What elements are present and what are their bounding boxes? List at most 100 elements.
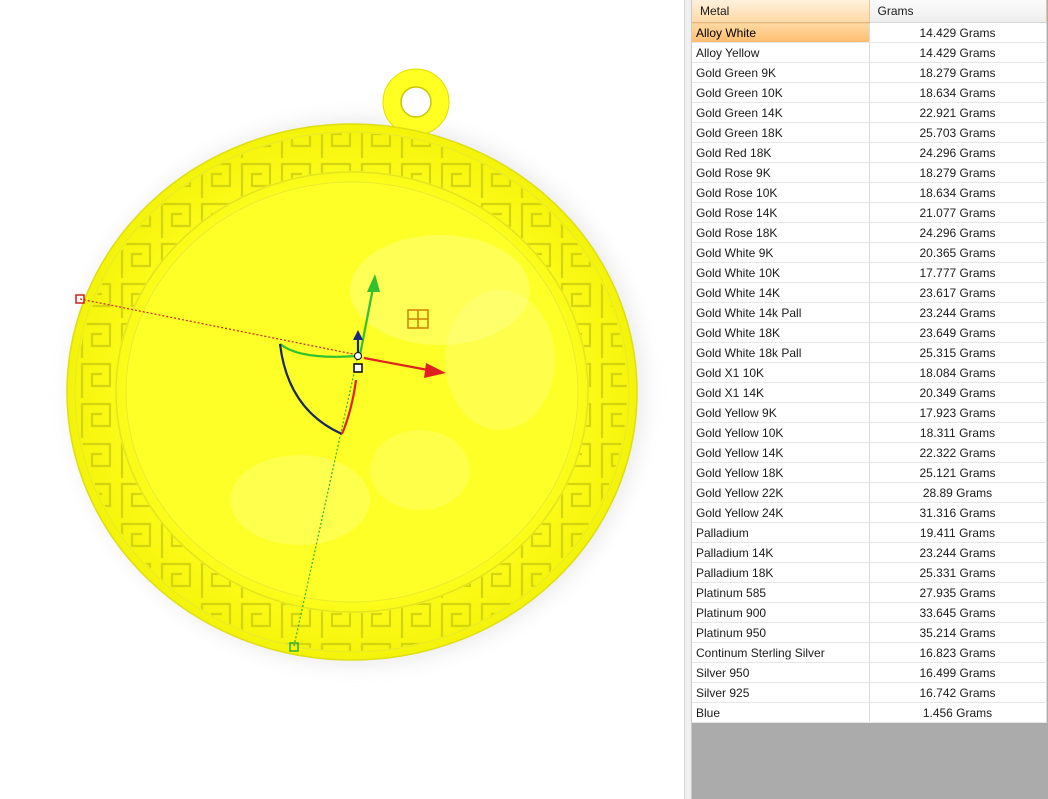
- table-row[interactable]: Gold Green 14K 22.921 Grams: [692, 102, 1047, 123]
- table-row[interactable]: Gold White 18k Pall 25.315 Grams: [692, 342, 1047, 363]
- metal-name-cell[interactable]: Gold Yellow 18K: [692, 462, 870, 483]
- table-row[interactable]: Palladium 14K 23.244 Grams: [692, 542, 1047, 563]
- table-row[interactable]: Gold Red 18K 24.296 Grams: [692, 142, 1047, 163]
- grams-value-cell[interactable]: 16.823 Grams: [869, 642, 1047, 663]
- grams-value-cell[interactable]: 16.742 Grams: [869, 682, 1047, 703]
- table-row[interactable]: Gold Yellow 24K 31.316 Grams: [692, 502, 1047, 523]
- gumball-center-icon[interactable]: [354, 352, 362, 360]
- grams-value-cell[interactable]: 18.279 Grams: [869, 62, 1047, 83]
- viewport-canvas[interactable]: [0, 0, 684, 799]
- grams-value-cell[interactable]: 17.777 Grams: [869, 262, 1047, 283]
- metal-name-cell[interactable]: Gold White 18k Pall: [692, 342, 870, 363]
- table-row[interactable]: Continum Sterling Silver 16.823 Grams: [692, 642, 1047, 663]
- metal-name-cell[interactable]: Silver 950: [692, 662, 870, 683]
- grams-value-cell[interactable]: 20.349 Grams: [869, 382, 1047, 403]
- metal-name-cell[interactable]: Silver 925: [692, 682, 870, 703]
- metal-name-cell[interactable]: Platinum 585: [692, 582, 870, 603]
- metal-name-cell[interactable]: Blue: [692, 702, 870, 723]
- metal-name-cell[interactable]: Gold White 10K: [692, 262, 870, 283]
- grams-value-cell[interactable]: 22.322 Grams: [869, 442, 1047, 463]
- metal-name-cell[interactable]: Gold Yellow 14K: [692, 442, 870, 463]
- table-row[interactable]: Gold X1 14K 20.349 Grams: [692, 382, 1047, 403]
- column-header-metal[interactable]: Metal: [692, 0, 870, 23]
- grams-value-cell[interactable]: 18.311 Grams: [869, 422, 1047, 443]
- table-row[interactable]: Gold Yellow 22K 28.89 Grams: [692, 482, 1047, 503]
- metal-name-cell[interactable]: Gold Green 18K: [692, 122, 870, 143]
- metal-name-cell[interactable]: Gold Red 18K: [692, 142, 870, 163]
- table-row[interactable]: Gold Green 18K 25.703 Grams: [692, 122, 1047, 143]
- grams-value-cell[interactable]: 25.703 Grams: [869, 122, 1047, 143]
- metal-name-cell[interactable]: Gold Yellow 10K: [692, 422, 870, 443]
- metal-name-cell[interactable]: Gold X1 14K: [692, 382, 870, 403]
- grams-value-cell[interactable]: 25.121 Grams: [869, 462, 1047, 483]
- table-row[interactable]: Alloy Yellow 14.429 Grams: [692, 42, 1047, 63]
- grams-value-cell[interactable]: 19.411 Grams: [869, 522, 1047, 543]
- gumball-scale-handle-icon[interactable]: [353, 363, 363, 373]
- grams-value-cell[interactable]: 17.923 Grams: [869, 402, 1047, 423]
- grams-value-cell[interactable]: 18.634 Grams: [869, 182, 1047, 203]
- metal-name-cell[interactable]: Gold Green 9K: [692, 62, 870, 83]
- grams-value-cell[interactable]: 24.296 Grams: [869, 222, 1047, 243]
- table-row[interactable]: Blue 1.456 Grams: [692, 702, 1047, 723]
- panel-splitter[interactable]: [684, 0, 692, 799]
- grams-value-cell[interactable]: 35.214 Grams: [869, 622, 1047, 643]
- metal-name-cell[interactable]: Gold Yellow 24K: [692, 502, 870, 523]
- metal-name-cell[interactable]: Gold White 14k Pall: [692, 302, 870, 323]
- table-row[interactable]: Gold Green 9K 18.279 Grams: [692, 62, 1047, 83]
- metal-name-cell[interactable]: Palladium: [692, 522, 870, 543]
- metal-name-cell[interactable]: Continum Sterling Silver: [692, 642, 870, 663]
- table-row[interactable]: Gold White 9K 20.365 Grams: [692, 242, 1047, 263]
- table-row[interactable]: Platinum 900 33.645 Grams: [692, 602, 1047, 623]
- column-header-grams[interactable]: Grams: [869, 0, 1047, 23]
- table-row[interactable]: Gold Yellow 9K 17.923 Grams: [692, 402, 1047, 423]
- metal-name-cell[interactable]: Gold White 18K: [692, 322, 870, 343]
- table-row[interactable]: Palladium 19.411 Grams: [692, 522, 1047, 543]
- grams-value-cell[interactable]: 25.315 Grams: [869, 342, 1047, 363]
- metal-name-cell[interactable]: Alloy White: [692, 22, 870, 43]
- metal-name-cell[interactable]: Gold Yellow 22K: [692, 482, 870, 503]
- 3d-viewport[interactable]: [0, 0, 684, 799]
- table-row[interactable]: Gold Rose 9K 18.279 Grams: [692, 162, 1047, 183]
- grams-value-cell[interactable]: 25.331 Grams: [869, 562, 1047, 583]
- metal-name-cell[interactable]: Alloy Yellow: [692, 42, 870, 63]
- metal-name-cell[interactable]: Gold Yellow 9K: [692, 402, 870, 423]
- grams-value-cell[interactable]: 20.365 Grams: [869, 242, 1047, 263]
- table-row[interactable]: Platinum 585 27.935 Grams: [692, 582, 1047, 603]
- metal-name-cell[interactable]: Gold White 9K: [692, 242, 870, 263]
- metal-name-cell[interactable]: Gold White 14K: [692, 282, 870, 303]
- table-row[interactable]: Gold Yellow 18K 25.121 Grams: [692, 462, 1047, 483]
- table-row[interactable]: Platinum 950 35.214 Grams: [692, 622, 1047, 643]
- grams-value-cell[interactable]: 27.935 Grams: [869, 582, 1047, 603]
- metal-name-cell[interactable]: Gold Rose 9K: [692, 162, 870, 183]
- table-row[interactable]: Palladium 18K 25.331 Grams: [692, 562, 1047, 583]
- grams-value-cell[interactable]: 14.429 Grams: [869, 42, 1047, 63]
- grams-value-cell[interactable]: 1.456 Grams: [869, 702, 1047, 723]
- table-row[interactable]: Silver 925 16.742 Grams: [692, 682, 1047, 703]
- table-row[interactable]: Gold Rose 18K 24.296 Grams: [692, 222, 1047, 243]
- table-row[interactable]: Gold White 14k Pall 23.244 Grams: [692, 302, 1047, 323]
- grams-value-cell[interactable]: 23.244 Grams: [869, 542, 1047, 563]
- metal-name-cell[interactable]: Gold X1 10K: [692, 362, 870, 383]
- metal-name-cell[interactable]: Gold Rose 14K: [692, 202, 870, 223]
- grams-value-cell[interactable]: 18.279 Grams: [869, 162, 1047, 183]
- grams-value-cell[interactable]: 14.429 Grams: [869, 22, 1047, 43]
- table-row[interactable]: Gold Rose 10K 18.634 Grams: [692, 182, 1047, 203]
- metal-name-cell[interactable]: Gold Rose 10K: [692, 182, 870, 203]
- grams-value-cell[interactable]: 33.645 Grams: [869, 602, 1047, 623]
- grams-value-cell[interactable]: 28.89 Grams: [869, 482, 1047, 503]
- table-row[interactable]: Gold Rose 14K 21.077 Grams: [692, 202, 1047, 223]
- metal-name-cell[interactable]: Palladium 14K: [692, 542, 870, 563]
- table-row[interactable]: Gold X1 10K 18.084 Grams: [692, 362, 1047, 383]
- grams-value-cell[interactable]: 21.077 Grams: [869, 202, 1047, 223]
- metal-name-cell[interactable]: Gold Green 14K: [692, 102, 870, 123]
- grams-value-cell[interactable]: 16.499 Grams: [869, 662, 1047, 683]
- table-row[interactable]: Silver 950 16.499 Grams: [692, 662, 1047, 683]
- grams-value-cell[interactable]: 22.921 Grams: [869, 102, 1047, 123]
- grams-value-cell[interactable]: 23.649 Grams: [869, 322, 1047, 343]
- table-row[interactable]: Gold Green 10K 18.634 Grams: [692, 82, 1047, 103]
- table-row[interactable]: Gold Yellow 14K 22.322 Grams: [692, 442, 1047, 463]
- grams-value-cell[interactable]: 18.634 Grams: [869, 82, 1047, 103]
- table-row[interactable]: Gold White 10K 17.777 Grams: [692, 262, 1047, 283]
- metal-name-cell[interactable]: Palladium 18K: [692, 562, 870, 583]
- metal-name-cell[interactable]: Platinum 950: [692, 622, 870, 643]
